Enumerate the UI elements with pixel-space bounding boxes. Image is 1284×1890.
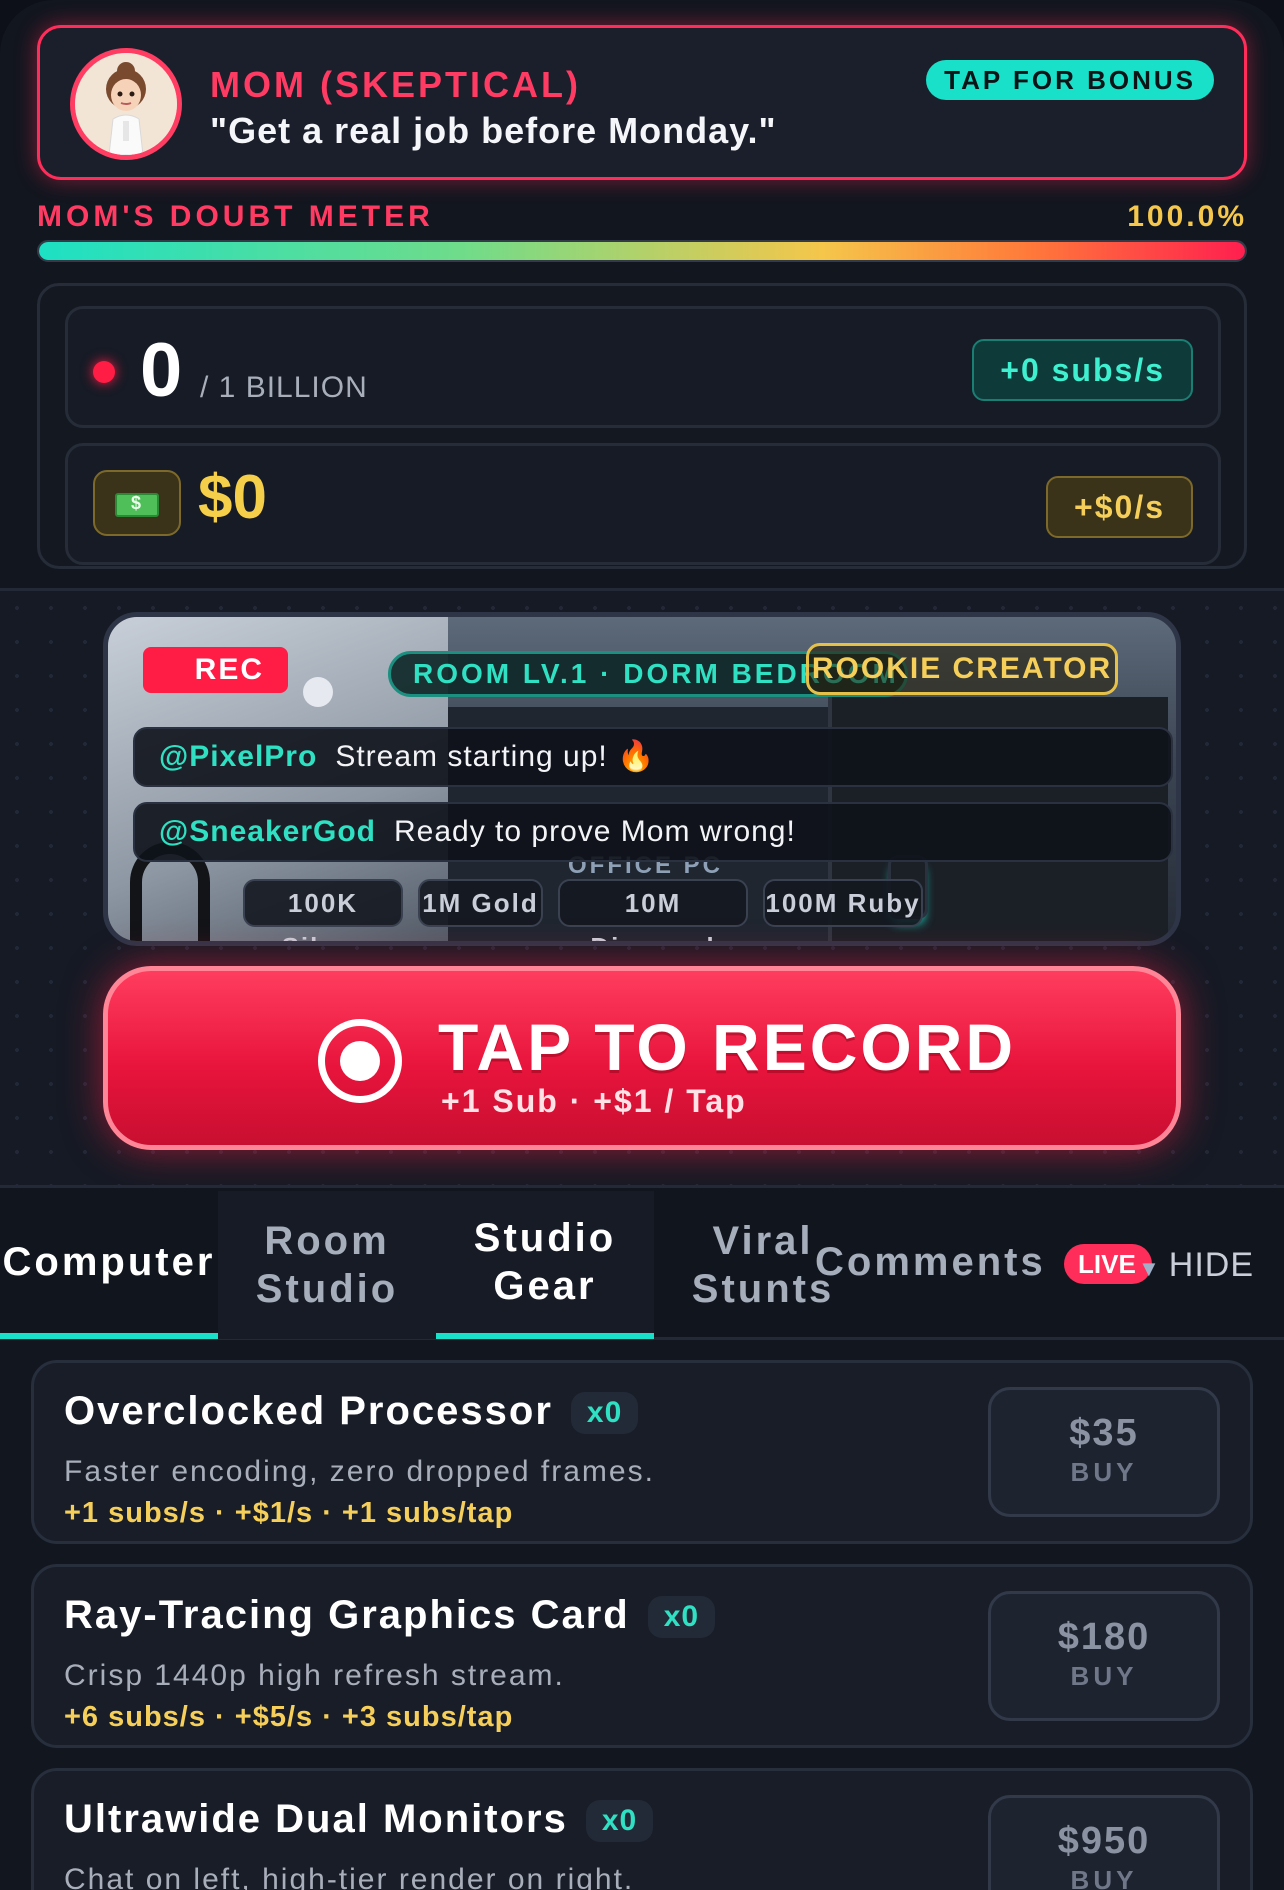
buy-button[interactable]: $35 BUY [988,1387,1220,1517]
rec-badge: REC [143,647,288,693]
milestone-diamond: 10M Diamond [558,879,748,941]
record-subtitle: +1 Sub · +$1 / Tap [441,1083,747,1119]
cash-icon [93,470,181,536]
stats-panel: 0 / 1 BILLION +0 subs/s $0 +$0/s [37,283,1247,569]
item-description: Chat on left, high-tier render on right. [64,1863,635,1890]
tab-room-studio-label: Room Studio [255,1219,399,1311]
mom-title: MOM (SKEPTICAL) [210,64,581,105]
subscriber-goal: / 1 BILLION [200,371,368,404]
milestone-list: 100K Silver 1M Gold 10M Diamond 100M Rub… [108,879,1176,941]
milestone-silver: 100K Silver [243,879,403,941]
item-title: Overclocked Processor [64,1389,553,1433]
tab-studio-gear[interactable]: Studio Gear [436,1191,654,1339]
buy-label: BUY [1070,1865,1138,1890]
record-title: TAP TO RECORD [438,1010,1017,1084]
buy-label: BUY [1070,1457,1138,1487]
chat-text: Stream starting up! 🔥 [335,740,656,773]
doubt-meter-label: MOM'S DOUBT METER [37,200,434,233]
cash-row: $0 +$0/s [65,443,1221,565]
doubt-meter-fill [39,242,1245,260]
item-count-badge: x0 [647,1596,716,1639]
chat-username: @PixelPro [159,740,318,773]
tab-room-studio[interactable]: Room Studio [218,1191,436,1339]
buy-price: $950 [1057,1820,1151,1862]
record-icon [318,1019,402,1103]
item-description: Crisp 1440p high refresh stream. [64,1659,565,1692]
item-stats: +1 subs/s · +$1/s · +1 subs/tap [64,1497,514,1529]
item-description: Faster encoding, zero dropped frames. [64,1455,655,1488]
comments-label: Comments [815,1240,1046,1284]
tab-bar: Computer Room Studio Studio Gear Viral S… [0,1185,1284,1340]
hide-label: HIDE [1168,1246,1255,1284]
item-name: Overclocked Processor x0 [64,1389,639,1435]
shop-item: Ultrawide Dual Monitors x0 Chat on left, … [31,1768,1253,1890]
tap-to-record-button[interactable]: TAP TO RECORD +1 Sub · +$1 / Tap [103,966,1181,1150]
chat-text: Ready to prove Mom wrong! [394,815,796,848]
shop-item: Overclocked Processor x0 Faster encoding,… [31,1360,1253,1544]
app-root: MOM (SKEPTICAL) "Get a real job before M… [0,0,1284,1890]
hide-comments-toggle[interactable]: ▼ HIDE [1138,1246,1254,1285]
milestone-ruby: 100M Ruby [763,879,923,927]
live-dot-icon [93,361,115,383]
item-count-badge: x0 [570,1392,639,1435]
mom-quote: "Get a real job before Monday." [210,110,777,151]
cash-rate-badge: +$0/s [1046,476,1193,538]
doubt-meter-bar [37,240,1247,262]
subscribers-row: 0 / 1 BILLION +0 subs/s [65,306,1221,428]
chat-message: @SneakerGod Ready to prove Mom wrong! [133,802,1173,862]
chat-message: @PixelPro Stream starting up! 🔥 [133,727,1173,787]
chat-username: @SneakerGod [159,815,376,848]
lamp [303,677,333,707]
stream-preview[interactable]: OFFICE PC REC ROOM LV.1 · DORM BEDROOM R… [103,612,1181,946]
buy-label: BUY [1070,1661,1138,1691]
item-title: Ray-Tracing Graphics Card [64,1593,630,1637]
doubt-meter-value: 100.0% [1127,200,1247,233]
item-name: Ray-Tracing Graphics Card x0 [64,1593,716,1639]
buy-button[interactable]: $180 BUY [988,1591,1220,1721]
tab-computer[interactable]: Computer [0,1191,218,1339]
item-name: Ultrawide Dual Monitors x0 [64,1797,654,1843]
tap-for-bonus-button[interactable]: TAP FOR BONUS [926,60,1214,100]
item-count-badge: x0 [585,1800,654,1843]
mom-avatar [70,48,182,160]
tab-studio-gear-label: Studio Gear [473,1216,617,1308]
buy-button[interactable]: $950 BUY [988,1795,1220,1890]
subs-rate-badge: +0 subs/s [972,339,1193,401]
subscriber-count: 0 [140,328,183,413]
creator-rank-badge: ROOKIE CREATOR [806,643,1118,695]
cash-amount: $0 [198,463,267,532]
buy-price: $35 [1069,1412,1139,1454]
buy-price: $180 [1057,1616,1151,1658]
shop-item: Ray-Tracing Graphics Card x0 Crisp 1440p … [31,1564,1253,1748]
caret-down-icon: ▼ [1138,1256,1161,1281]
mom-banner[interactable]: MOM (SKEPTICAL) "Get a real job before M… [37,25,1247,180]
item-title: Ultrawide Dual Monitors [64,1797,568,1841]
milestone-gold: 1M Gold [418,879,543,927]
item-stats: +6 subs/s · +$5/s · +3 subs/tap [64,1701,514,1733]
